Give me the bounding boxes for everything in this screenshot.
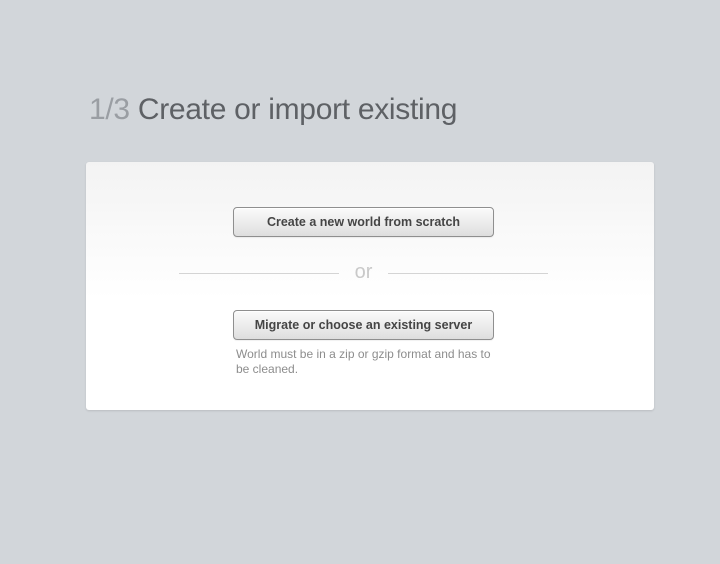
create-new-world-button[interactable]: Create a new world from scratch <box>233 207 494 237</box>
migrate-existing-server-button[interactable]: Migrate or choose an existing server <box>233 310 494 340</box>
divider-line-left <box>179 273 339 274</box>
page-title: 1/3 Create or import existing <box>89 92 457 128</box>
step-indicator: 1/3 <box>89 93 130 126</box>
or-divider-label: or <box>354 261 373 283</box>
world-setup-card: Create a new world from scratch or Migra… <box>86 162 654 410</box>
divider-line-right <box>388 273 548 274</box>
migrate-hint-text: World must be in a zip or gzip format an… <box>236 347 491 376</box>
page-title-text: Create or import existing <box>137 93 458 126</box>
